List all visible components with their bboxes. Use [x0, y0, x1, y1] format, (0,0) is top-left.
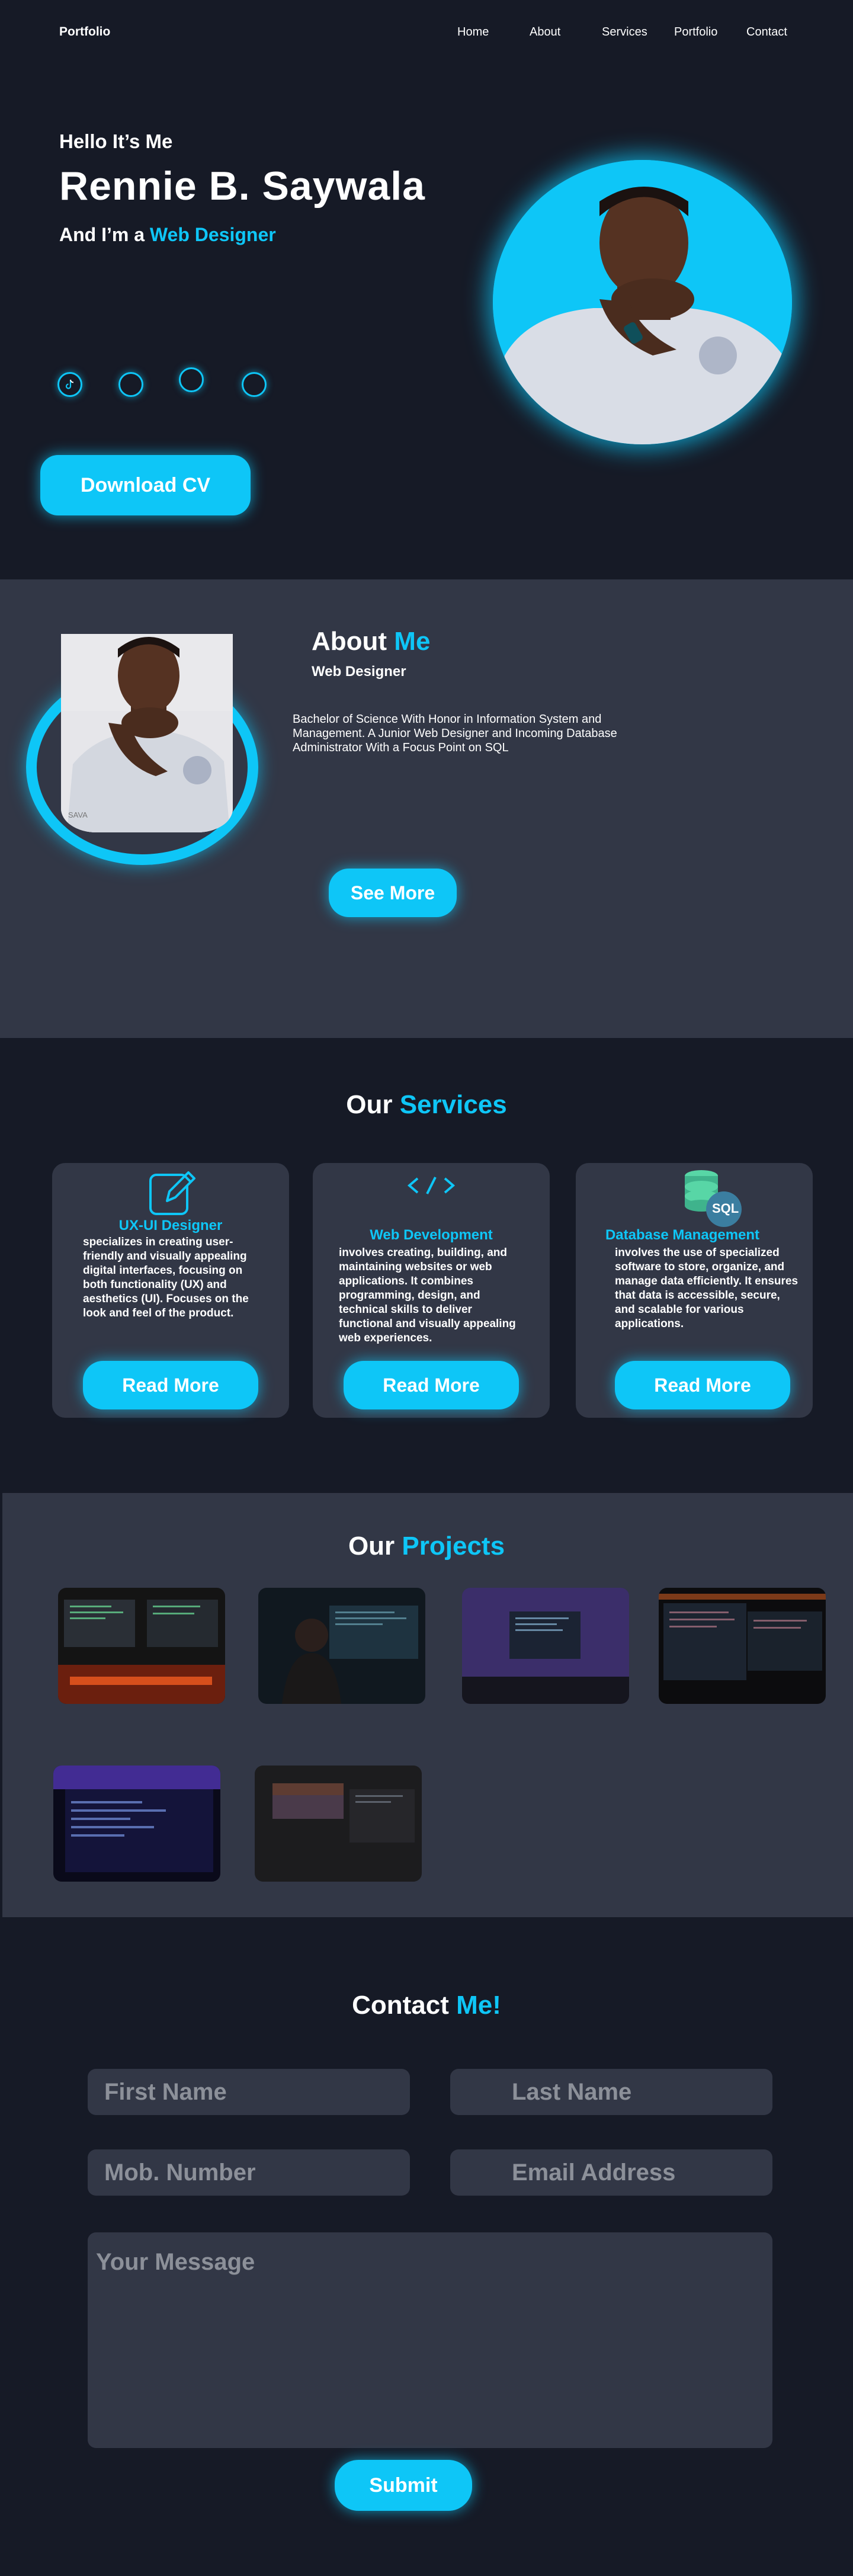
service-text-database: involves the use of specialized software… [615, 1247, 799, 1330]
hero-name: Rennie B. Saywala [59, 164, 425, 209]
read-more-button-web-dev[interactable]: Read More [344, 1361, 519, 1409]
services-title-highlight: Services [399, 1090, 507, 1119]
code-icon [405, 1175, 458, 1199]
read-more-button-database[interactable]: Read More [615, 1361, 790, 1409]
submit-button[interactable]: Submit [335, 2460, 472, 2511]
about-subtitle: Web Designer [312, 664, 406, 680]
contact-title: Contact Me! [0, 1991, 853, 2020]
project-thumbnail-6[interactable] [255, 1766, 422, 1882]
hero-profile-photo [493, 160, 792, 444]
service-text-ux-ui: specializes in creating user-friendly an… [83, 1236, 249, 1319]
github-icon[interactable] [179, 367, 204, 392]
site-logo[interactable]: Portfolio [59, 25, 110, 39]
nav-link-home[interactable]: Home [457, 25, 489, 39]
contact-title-prefix: Contact [352, 1991, 457, 2020]
project-thumbnail-3[interactable] [462, 1588, 629, 1704]
hero-greeting: Hello It’s Me [59, 130, 173, 152]
nav-link-contact[interactable]: Contact [746, 25, 787, 39]
about-profile-photo: SAVA [61, 634, 233, 832]
instagram-icon[interactable] [242, 372, 267, 397]
projects-title-prefix: Our [348, 1531, 402, 1561]
contact-title-highlight: Me! [456, 1991, 501, 2020]
download-cv-button[interactable]: Download CV [40, 455, 251, 515]
service-title-web-dev: Web Development [370, 1227, 493, 1243]
hero-role-highlight: Web Designer [149, 224, 276, 245]
nav-link-portfolio[interactable]: Portfolio [674, 25, 717, 39]
service-card-web-dev: Web Development involves creating, build… [313, 1163, 550, 1418]
service-title-ux-ui: UX-UI Designer [118, 1217, 223, 1233]
pencil-icon [147, 1167, 198, 1220]
see-more-button[interactable]: See More [329, 869, 457, 917]
service-card-database: SQL Database Management involves the use… [576, 1163, 813, 1418]
project-thumbnail-5[interactable] [53, 1766, 220, 1882]
last-name-field[interactable] [450, 2069, 772, 2115]
about-title: About Me [312, 627, 430, 656]
sql-icon-label: SQL [712, 1201, 739, 1216]
first-name-field[interactable] [88, 2069, 410, 2115]
database-sql-icon: SQL [682, 1168, 748, 1230]
read-more-button-ux-ui[interactable]: Read More [83, 1361, 258, 1409]
service-text-web-dev: involves creating, building, and maintai… [339, 1247, 516, 1344]
about-title-highlight: Me [394, 627, 431, 656]
tiktok-icon[interactable] [57, 372, 82, 397]
project-thumbnail-4[interactable] [659, 1588, 826, 1704]
message-field[interactable] [88, 2232, 772, 2448]
services-title: Our Services [0, 1090, 853, 1120]
about-description: Bachelor of Science With Honor in Inform… [293, 713, 617, 754]
projects-title-highlight: Projects [402, 1531, 505, 1561]
project-thumbnail-1[interactable] [58, 1588, 225, 1704]
email-field[interactable] [450, 2149, 772, 2196]
service-card-ux-ui: UX-UI Designer specializes in creating u… [52, 1163, 289, 1418]
services-title-prefix: Our [346, 1090, 400, 1119]
about-title-prefix: About [312, 627, 395, 656]
facebook-icon[interactable] [118, 372, 143, 397]
project-thumbnail-2[interactable] [258, 1588, 425, 1704]
phone-field[interactable] [88, 2149, 410, 2196]
service-title-database: Database Management [605, 1227, 760, 1243]
hero-role: And I’m a Web Designer [59, 224, 276, 246]
projects-title: Our Projects [0, 1531, 853, 1561]
nav-link-about[interactable]: About [530, 25, 560, 39]
hero-role-prefix: And I’m a [59, 224, 150, 245]
about-photo-caption: SAVA [68, 810, 88, 819]
nav-link-services[interactable]: Services [602, 25, 647, 39]
